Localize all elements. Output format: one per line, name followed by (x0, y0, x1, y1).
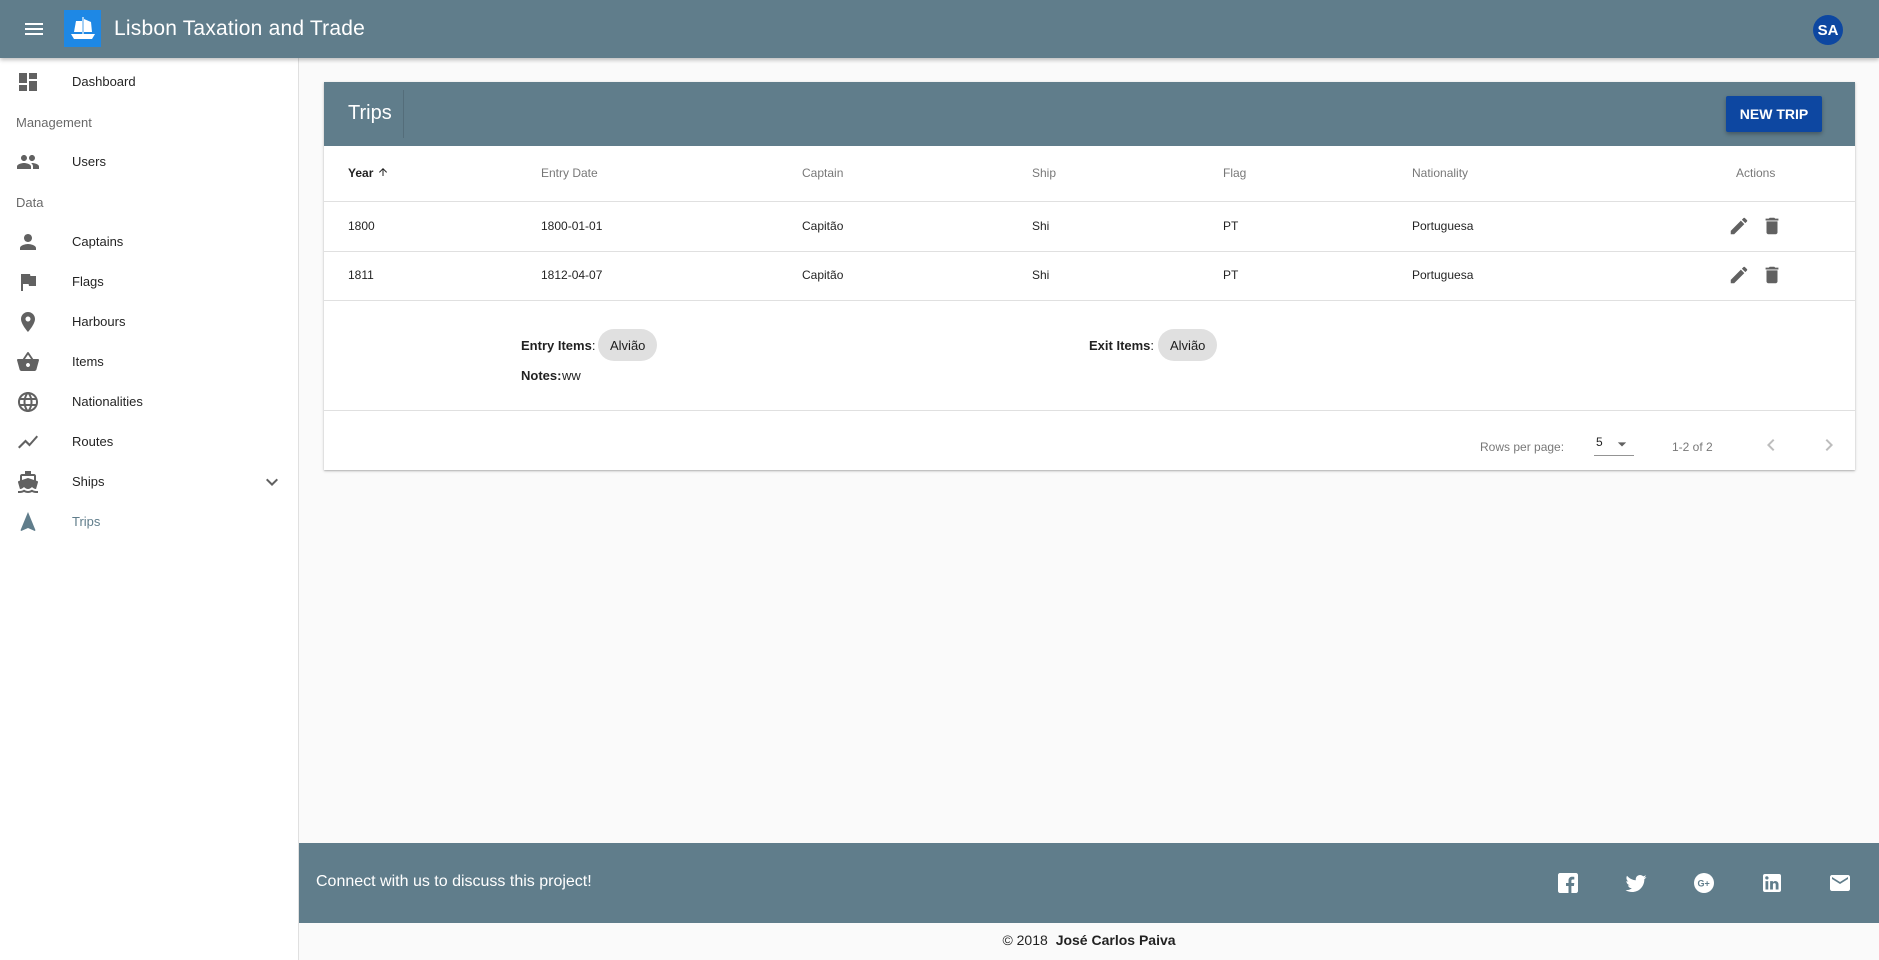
sidebar-item-items[interactable]: Items (0, 342, 299, 382)
author-name[interactable]: José Carlos Paiva (1056, 932, 1176, 948)
menu-icon[interactable] (22, 17, 46, 41)
column-header-ship[interactable]: Ship (1032, 166, 1056, 180)
column-header-nationality[interactable]: Nationality (1412, 166, 1468, 180)
sidebar-item-ships[interactable]: Ships (0, 462, 299, 502)
row-divider (324, 201, 1855, 202)
cell-year: 1811 (348, 268, 374, 282)
cell-nationality: Portuguesa (1412, 219, 1474, 233)
basket-icon (17, 352, 39, 371)
dropdown-arrow-icon (1617, 442, 1627, 447)
next-page-icon[interactable] (1817, 433, 1841, 457)
edit-icon[interactable] (1728, 215, 1750, 237)
row-divider (324, 300, 1855, 301)
delete-icon[interactable] (1761, 215, 1783, 237)
entry-item-chip: Alvião (598, 329, 658, 361)
rows-per-page-select[interactable]: 5 (1594, 434, 1634, 456)
edit-icon[interactable] (1728, 264, 1750, 286)
column-header-label: Year (348, 166, 374, 180)
flag-icon (21, 274, 36, 291)
row-divider (324, 251, 1855, 252)
column-header-entry-date[interactable]: Entry Date (541, 166, 598, 180)
column-header-year[interactable]: Year (348, 166, 389, 180)
sidebar-item-label: Harbours (72, 314, 126, 329)
column-header-flag[interactable]: Flag (1223, 166, 1246, 180)
sidebar-item-label: Ships (72, 474, 105, 489)
previous-page-icon[interactable] (1759, 433, 1783, 457)
dashboard-icon (19, 73, 37, 91)
page-title: Trips (348, 102, 392, 124)
sidebar-item-label: Users (72, 154, 106, 169)
column-header-captain[interactable]: Captain (802, 166, 843, 180)
cell-flag: PT (1223, 219, 1239, 233)
header-divider (403, 90, 404, 138)
sidebar-item-label: Captains (72, 234, 124, 249)
sidebar-item-label: Items (72, 354, 104, 369)
sidebar-item-dashboard[interactable]: Dashboard (0, 62, 299, 102)
sidebar-item-label: Flags (72, 274, 104, 289)
exit-item-chip: Alvião (1158, 329, 1218, 361)
sidebar: Dashboard Management Users Data Captains… (0, 58, 299, 960)
entry-items-label: Entry Items: (521, 338, 596, 353)
chevron-down-icon[interactable] (260, 470, 284, 494)
globe-icon (18, 392, 38, 412)
sidebar-item-nationalities[interactable]: Nationalities (0, 382, 299, 422)
cell-ship: Shi (1032, 268, 1050, 282)
cell-nationality: Portuguesa (1412, 268, 1474, 282)
delete-icon[interactable] (1761, 264, 1783, 286)
sidebar-item-label: Dashboard (72, 74, 136, 89)
arrow-up-icon (378, 168, 387, 176)
facebook-icon[interactable] (1556, 871, 1580, 895)
sidebar-item-users[interactable]: Users (0, 142, 299, 182)
cell-flag: PT (1223, 268, 1239, 282)
email-icon[interactable] (1828, 871, 1852, 895)
sidebar-item-harbours[interactable]: Harbours (0, 302, 299, 342)
boat-icon (17, 471, 38, 493)
svg-text:G+: G+ (1698, 879, 1710, 889)
twitter-icon[interactable] (1624, 871, 1648, 895)
footer-text: Connect with us to discuss this project! (316, 873, 592, 890)
user-avatar[interactable]: SA (1813, 15, 1843, 45)
sidebar-item-label: Routes (72, 434, 114, 449)
people-icon (17, 155, 39, 169)
pagination-range: 1-2 of 2 (1672, 440, 1713, 454)
navigation-arrow-icon (20, 512, 36, 531)
trips-table-card: Trips NEW TRIP Year Entry Date Captain S… (324, 82, 1855, 470)
column-header-actions: Actions (1736, 166, 1776, 180)
sidebar-item-label: Nationalities (72, 394, 143, 409)
sidebar-item-routes[interactable]: Routes (0, 422, 299, 462)
trending-line-icon (18, 435, 38, 449)
sidebar-section-data: Data (16, 195, 44, 210)
exit-items-label: Exit Items: (1089, 338, 1155, 353)
cell-captain: Capitão (802, 219, 844, 233)
notes-value: ww (562, 368, 581, 383)
ship-logo-icon[interactable] (64, 10, 101, 47)
linkedin-icon[interactable] (1760, 871, 1784, 895)
copyright-year: © 2018 (1002, 932, 1048, 948)
sidebar-item-trips[interactable]: Trips (0, 502, 299, 542)
footer: Connect with us to discuss this project!… (299, 843, 1879, 923)
cell-ship: Shi (1032, 219, 1050, 233)
app-title: Lisbon Taxation and Trade (114, 17, 365, 40)
new-trip-button[interactable]: NEW TRIP (1726, 96, 1822, 132)
rows-per-page-label: Rows per page: (1480, 440, 1565, 454)
cell-year: 1800 (348, 219, 375, 233)
row-divider (324, 410, 1855, 411)
notes-label: Notes: (521, 368, 562, 383)
sidebar-item-label: Trips (72, 514, 101, 529)
app-bar: Lisbon Taxation and Trade SA (0, 0, 1879, 58)
sidebar-section-management: Management (16, 115, 92, 130)
cell-entry-date: 1812-04-07 (541, 268, 603, 282)
card-header: Trips NEW TRIP (324, 82, 1855, 146)
location-pin-icon (21, 312, 35, 332)
sidebar-item-captains[interactable]: Captains (0, 222, 299, 262)
rows-per-page-value: 5 (1596, 435, 1603, 449)
copyright: © 2018 José Carlos Paiva (299, 923, 1879, 960)
cell-entry-date: 1800-01-01 (541, 219, 603, 233)
google-plus-icon[interactable]: G+ (1692, 871, 1716, 895)
cell-captain: Capitão (802, 268, 844, 282)
person-icon (20, 234, 36, 250)
sidebar-item-flags[interactable]: Flags (0, 262, 299, 302)
